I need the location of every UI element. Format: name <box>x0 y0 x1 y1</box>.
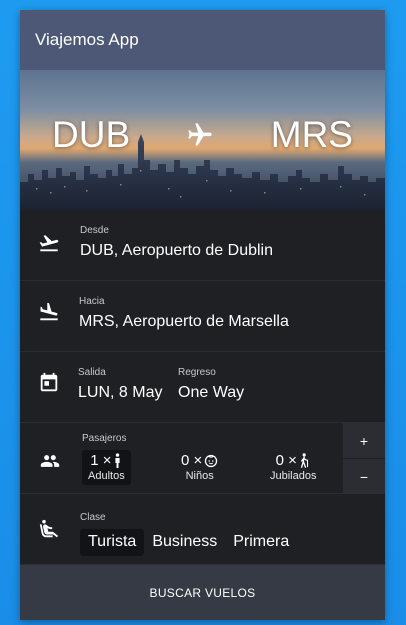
departure-value: LUN, 8 May <box>78 384 163 401</box>
destination-field[interactable]: Hacia MRS, Aeropuerto de Marsella <box>20 281 385 352</box>
person-icon <box>115 453 121 468</box>
airplane-icon <box>188 123 213 146</box>
flight-land-icon <box>40 302 58 321</box>
elderly-icon <box>300 453 308 468</box>
airline-seat-icon <box>39 519 59 538</box>
adults-count: 1 × <box>90 452 112 469</box>
return-field[interactable]: Regreso One Way <box>178 367 244 402</box>
calendar-icon <box>40 372 58 392</box>
people-icon <box>40 455 60 467</box>
decrement-button[interactable]: − <box>343 459 385 494</box>
passenger-type-seniors[interactable]: 0 × Jubilados <box>264 450 322 485</box>
children-label: Niños <box>185 470 214 482</box>
class-option-primera[interactable]: Primera <box>225 529 297 556</box>
destination-value: MRS, Aeropuerto de Marsella <box>79 313 289 330</box>
passenger-type-adults[interactable]: 1 × Adultos <box>82 450 131 485</box>
passengers-label: Pasajeros <box>82 433 127 444</box>
origin-value: DUB, Aeropuerto de Dublin <box>80 242 273 259</box>
dates-row: Salida LUN, 8 May Regreso One Way <box>20 352 385 423</box>
passenger-type-children[interactable]: 0 × Niños <box>175 450 224 485</box>
app-bar: Viajemos App <box>20 10 385 70</box>
origin-field[interactable]: Desde DUB, Aeropuerto de Dublin <box>20 210 385 281</box>
app-window: Viajemos App DUB MRS Desde DUB, Aeropuer… <box>20 10 385 620</box>
adults-label: Adultos <box>88 470 125 482</box>
passenger-stepper: + − <box>343 423 385 494</box>
child-face-icon <box>205 454 218 467</box>
children-count: 0 × <box>181 452 203 469</box>
origin-label: Desde <box>80 225 109 236</box>
destination-code: MRS <box>270 114 353 155</box>
return-value: One Way <box>178 384 245 401</box>
passengers-row: Pasajeros 1 × Adultos 0 × Niños 0 × Jubi… <box>20 423 385 494</box>
class-option-turista[interactable]: Turista <box>80 529 145 556</box>
hero-banner: DUB MRS <box>20 70 385 210</box>
search-flights-button[interactable]: BUSCAR VUELOS <box>20 565 385 620</box>
class-label: Clase <box>80 512 106 523</box>
destination-label: Hacia <box>79 296 105 307</box>
origin-code: DUB <box>52 114 131 155</box>
departure-field[interactable]: Salida LUN, 8 May <box>78 367 162 402</box>
seniors-count: 0 × <box>275 452 297 469</box>
increment-button[interactable]: + <box>343 423 385 459</box>
class-row: Clase Turista Business Primera <box>20 494 385 565</box>
app-title: Viajemos App <box>35 30 139 49</box>
search-flights-label: BUSCAR VUELOS <box>149 585 256 600</box>
flight-takeoff-icon <box>39 235 59 252</box>
class-option-business[interactable]: Business <box>144 529 225 556</box>
class-options: Turista Business Primera <box>80 529 297 556</box>
return-label: Regreso <box>178 367 216 378</box>
seniors-label: Jubilados <box>270 470 317 482</box>
departure-label: Salida <box>78 367 106 378</box>
